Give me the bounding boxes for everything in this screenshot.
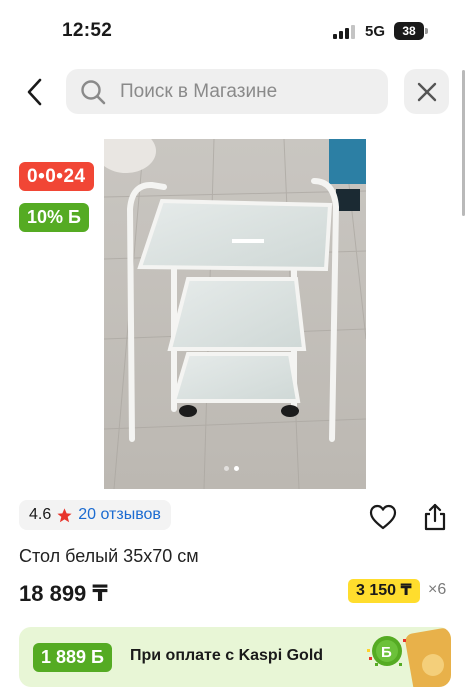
kaspi-banner-text: При оплате с Kaspi Gold [130, 647, 324, 664]
carousel-dot-active[interactable] [234, 466, 239, 471]
heart-icon [369, 504, 397, 530]
close-icon [417, 82, 436, 101]
search-box[interactable] [66, 69, 388, 114]
timer-badge: 0•0•24 [19, 162, 94, 191]
battery-level: 38 [394, 22, 424, 40]
scroll-indicator[interactable] [462, 70, 465, 216]
battery-cap [425, 28, 428, 34]
product-image[interactable] [104, 139, 366, 489]
search-input[interactable] [120, 69, 380, 114]
search-icon [81, 80, 106, 105]
carousel-dots[interactable] [224, 466, 239, 471]
product-photo [104, 139, 366, 489]
kaspi-gold-card-icon: Б [367, 628, 451, 687]
bonus-percent-badge: 10% Б [19, 203, 89, 232]
share-button[interactable] [421, 502, 449, 532]
signal-icon [333, 25, 355, 39]
back-button[interactable] [20, 76, 50, 108]
favorite-button[interactable] [369, 504, 397, 530]
svg-text:Б: Б [381, 644, 392, 661]
status-bar: 12:52 5G 38 [0, 0, 469, 60]
battery-icon: 38 [394, 22, 428, 40]
installment-term: ×6 [428, 581, 447, 598]
carousel-dot[interactable] [224, 466, 229, 471]
status-time: 12:52 [62, 20, 113, 41]
share-icon [424, 503, 446, 531]
product-price: 18 899 ₸ [19, 581, 108, 606]
chevron-left-icon [27, 78, 42, 106]
close-button[interactable] [404, 69, 449, 114]
network-label: 5G [365, 23, 386, 40]
kaspi-bonus-badge: 1 889 Б [33, 643, 112, 672]
product-title: Стол белый 35х70 см [19, 546, 199, 566]
installment-badge[interactable]: 3 150 ₸ [348, 579, 420, 603]
star-icon [57, 507, 72, 522]
rating-value: 4.6 [29, 506, 52, 523]
reviews-link[interactable]: 20 отзывов [78, 506, 161, 524]
kaspi-gold-banner[interactable]: 1 889 Б При оплате с Kaspi Gold Б [19, 627, 451, 687]
rating-chip[interactable]: 4.6 20 отзывов [19, 500, 171, 530]
top-bar [0, 68, 469, 116]
